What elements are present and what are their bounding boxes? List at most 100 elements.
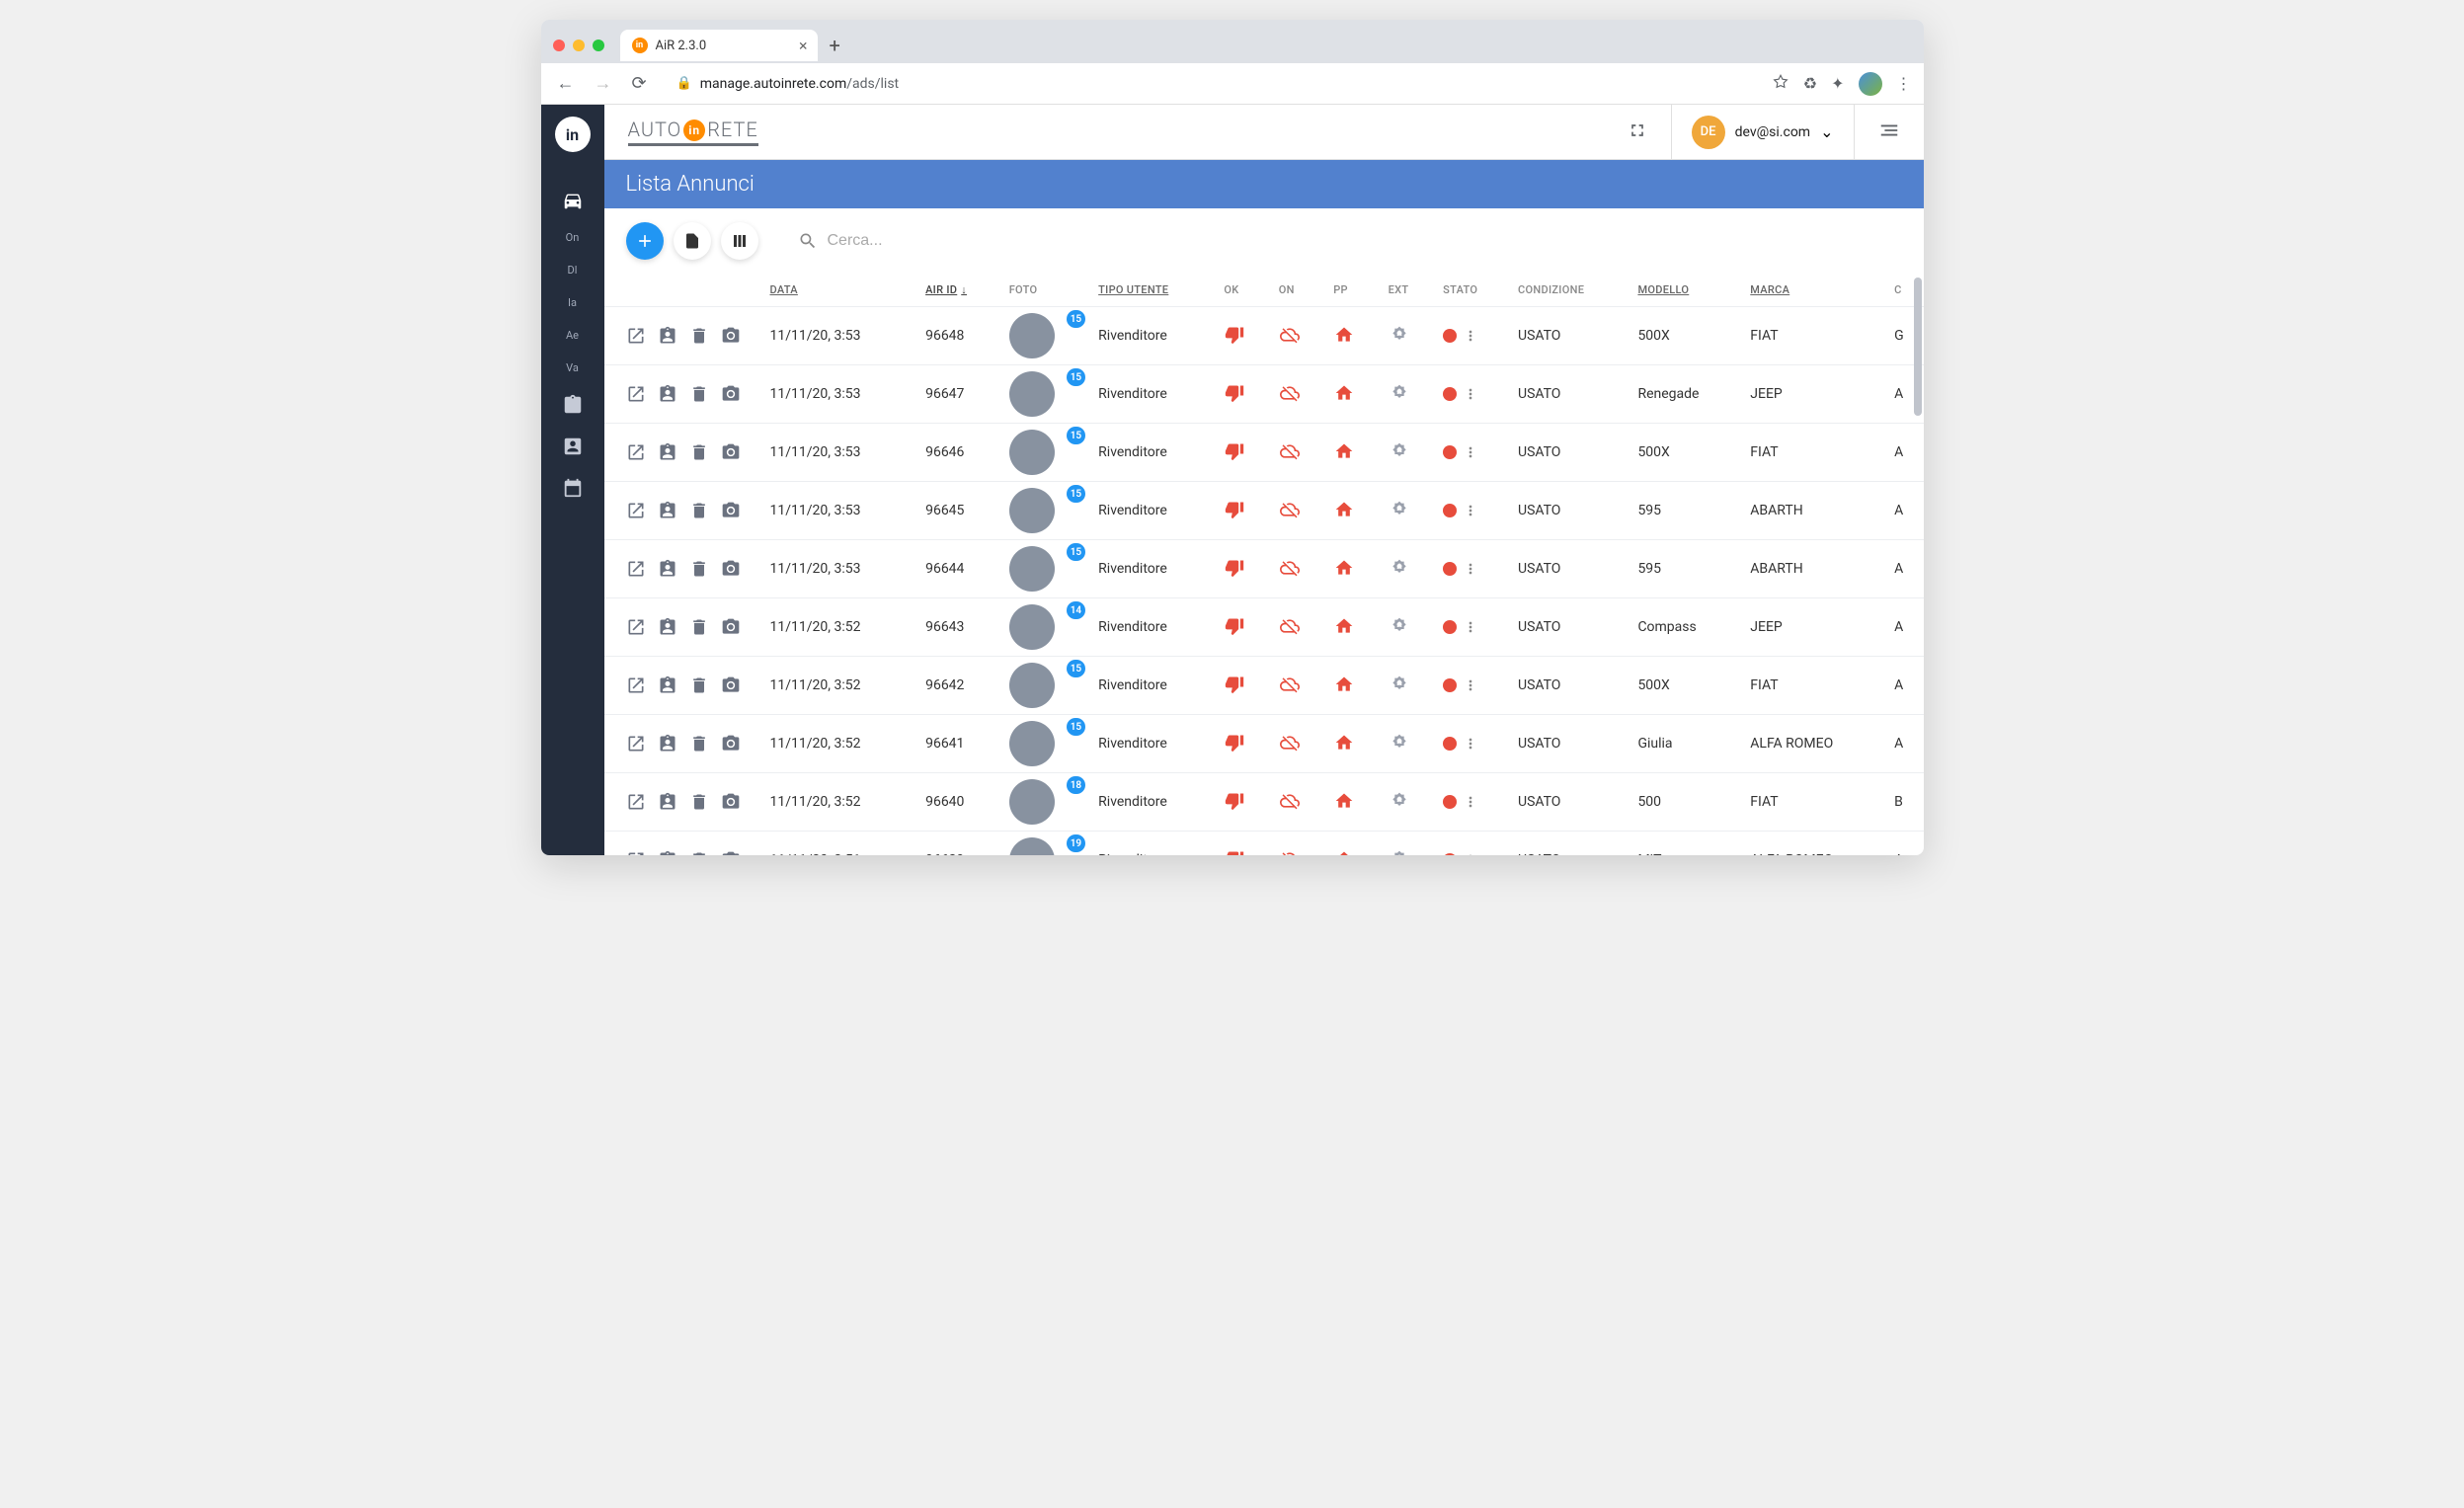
recycle-icon[interactable]: ♻ (1803, 74, 1817, 93)
cloud-off-icon[interactable] (1279, 790, 1301, 812)
home-icon[interactable] (1333, 615, 1355, 637)
thumb-down-icon[interactable] (1224, 324, 1245, 346)
status-more-icon[interactable] (1463, 328, 1478, 344)
delete-icon[interactable] (689, 734, 709, 754)
add-button[interactable] (626, 222, 664, 260)
photo-thumb[interactable]: 15 (1009, 488, 1082, 533)
cloud-off-icon[interactable] (1279, 382, 1301, 404)
auto-ext-icon[interactable] (1389, 848, 1410, 856)
sidebar-item-dl[interactable]: Dl (541, 254, 604, 286)
open-icon[interactable] (626, 675, 646, 695)
camera-icon[interactable] (721, 501, 741, 520)
address-bar[interactable]: 🔒 manage.autoinrete.com/ads/list (663, 70, 1760, 98)
camera-icon[interactable] (721, 850, 741, 855)
scrollbar-thumb[interactable] (1914, 278, 1922, 416)
home-icon[interactable] (1333, 440, 1355, 462)
home-icon[interactable] (1333, 674, 1355, 695)
columns-button[interactable] (721, 222, 758, 260)
photo-thumb[interactable]: 15 (1009, 430, 1082, 475)
fullscreen-button[interactable] (1620, 113, 1655, 152)
table-row[interactable]: 11/11/20, 3:53 96648 15 Rivenditore USAT… (604, 307, 1924, 365)
camera-icon[interactable] (721, 617, 741, 637)
thumb-down-icon[interactable] (1224, 790, 1245, 812)
open-icon[interactable] (626, 559, 646, 579)
sidebar-item-clipboard[interactable] (541, 384, 604, 426)
reload-button[interactable]: ⟳ (628, 69, 651, 98)
sidebar-item-account[interactable] (541, 426, 604, 467)
user-menu[interactable]: DE dev@si.com ⌄ (1671, 105, 1855, 160)
camera-icon[interactable] (721, 675, 741, 695)
home-icon[interactable] (1333, 499, 1355, 520)
auto-ext-icon[interactable] (1389, 615, 1410, 637)
delete-icon[interactable] (689, 326, 709, 346)
auto-ext-icon[interactable] (1389, 382, 1410, 404)
open-icon[interactable] (626, 384, 646, 404)
photo-thumb[interactable]: 15 (1009, 546, 1082, 592)
auto-ext-icon[interactable] (1389, 499, 1410, 520)
status-more-icon[interactable] (1463, 736, 1478, 752)
assign-icon[interactable] (658, 384, 677, 404)
status-more-icon[interactable] (1463, 561, 1478, 577)
forward-button[interactable]: → (591, 69, 616, 98)
browser-menu-icon[interactable]: ⋮ (1896, 74, 1912, 93)
assign-icon[interactable] (658, 326, 677, 346)
thumb-down-icon[interactable] (1224, 674, 1245, 695)
table-row[interactable]: 11/11/20, 3:52 96641 15 Rivenditore USAT… (604, 715, 1924, 773)
col-tipo-utente[interactable]: TIPO UTENTE (1090, 274, 1216, 307)
home-icon[interactable] (1333, 382, 1355, 404)
cloud-off-icon[interactable] (1279, 674, 1301, 695)
sidebar-item-va[interactable]: Va (541, 352, 604, 384)
status-more-icon[interactable] (1463, 794, 1478, 810)
auto-ext-icon[interactable] (1389, 440, 1410, 462)
delete-icon[interactable] (689, 384, 709, 404)
table-row[interactable]: 11/11/20, 3:53 96647 15 Rivenditore USAT… (604, 365, 1924, 424)
auto-ext-icon[interactable] (1389, 557, 1410, 579)
sidebar-item-vehicles[interactable] (541, 180, 604, 221)
profile-avatar-icon[interactable] (1859, 72, 1882, 96)
sidebar-item-ae[interactable]: Ae (541, 319, 604, 352)
back-button[interactable]: ← (553, 69, 579, 98)
cloud-off-icon[interactable] (1279, 440, 1301, 462)
thumb-down-icon[interactable] (1224, 440, 1245, 462)
table-row[interactable]: 11/11/20, 3:52 96642 15 Rivenditore USAT… (604, 657, 1924, 715)
photo-thumb[interactable]: 14 (1009, 604, 1082, 650)
photo-thumb[interactable]: 19 (1009, 837, 1082, 855)
col-air-id[interactable]: AIR ID↓ (917, 274, 1001, 307)
home-icon[interactable] (1333, 790, 1355, 812)
open-icon[interactable] (626, 792, 646, 812)
camera-icon[interactable] (721, 384, 741, 404)
home-icon[interactable] (1333, 732, 1355, 754)
open-icon[interactable] (626, 442, 646, 462)
status-more-icon[interactable] (1463, 619, 1478, 635)
camera-icon[interactable] (721, 734, 741, 754)
menu-toggle-button[interactable] (1870, 112, 1908, 153)
assign-icon[interactable] (658, 734, 677, 754)
close-window-button[interactable] (553, 40, 565, 51)
delete-icon[interactable] (689, 850, 709, 855)
document-button[interactable] (674, 222, 711, 260)
open-icon[interactable] (626, 501, 646, 520)
new-tab-button[interactable]: + (830, 34, 840, 57)
delete-icon[interactable] (689, 617, 709, 637)
home-icon[interactable] (1333, 557, 1355, 579)
open-icon[interactable] (626, 617, 646, 637)
cloud-off-icon[interactable] (1279, 615, 1301, 637)
col-data[interactable]: DATA (762, 274, 918, 307)
table-container[interactable]: DATA AIR ID↓ FOTO TIPO UTENTE OK ON PP E… (604, 274, 1924, 855)
cloud-off-icon[interactable] (1279, 732, 1301, 754)
assign-icon[interactable] (658, 617, 677, 637)
photo-thumb[interactable]: 18 (1009, 779, 1082, 825)
assign-icon[interactable] (658, 559, 677, 579)
photo-thumb[interactable]: 15 (1009, 371, 1082, 417)
thumb-down-icon[interactable] (1224, 382, 1245, 404)
status-more-icon[interactable] (1463, 444, 1478, 460)
auto-ext-icon[interactable] (1389, 732, 1410, 754)
browser-tab[interactable]: in AiR 2.3.0 × (620, 30, 818, 61)
thumb-down-icon[interactable] (1224, 615, 1245, 637)
table-row[interactable]: 11/11/20, 3:53 96645 15 Rivenditore USAT… (604, 482, 1924, 540)
auto-ext-icon[interactable] (1389, 324, 1410, 346)
camera-icon[interactable] (721, 792, 741, 812)
cloud-off-icon[interactable] (1279, 499, 1301, 520)
assign-icon[interactable] (658, 792, 677, 812)
delete-icon[interactable] (689, 442, 709, 462)
